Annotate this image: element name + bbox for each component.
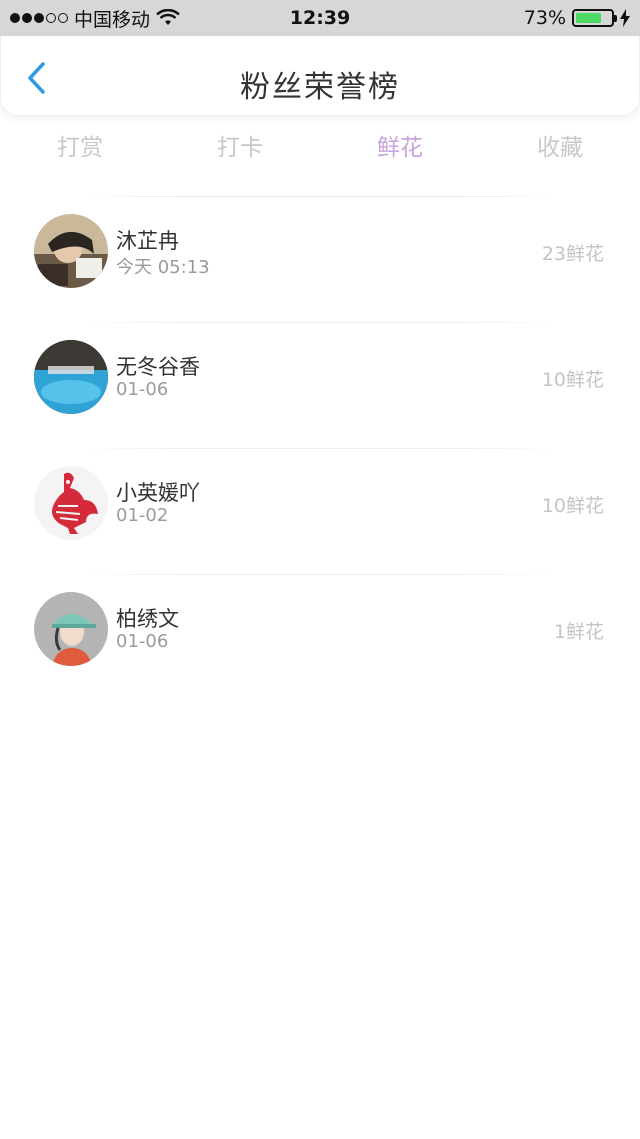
fan-time: 01-06 — [116, 379, 169, 400]
fan-time: 01-02 — [116, 505, 169, 526]
fan-time: 01-06 — [116, 631, 169, 652]
battery-percent: 73% — [523, 7, 566, 29]
page-title: 粉丝荣誉榜 — [240, 70, 400, 105]
tab-bar: 打赏 打卡 鲜花 收藏 — [0, 124, 640, 172]
navigation-bar: 粉丝荣誉榜 — [0, 36, 640, 116]
battery-icon — [572, 9, 617, 27]
flower-count: 1鲜花 — [553, 621, 604, 643]
list-item[interactable]: 小英媛吖 01-02 10鲜花 — [0, 449, 640, 575]
avatar[interactable] — [34, 340, 108, 414]
fan-name: 小英媛吖 — [116, 481, 200, 505]
tab-reward[interactable]: 打赏 — [0, 124, 160, 172]
wifi-icon — [156, 9, 180, 25]
carrier-label: 中国移动 — [74, 8, 151, 31]
battery-level-fill — [576, 13, 601, 23]
fan-time: 今天 05:13 — [116, 257, 210, 278]
status-bar: 中国移动 12:39 73% — [0, 0, 640, 36]
status-right: 73% — [524, 7, 630, 29]
fan-name: 柏绣文 — [116, 607, 179, 631]
flower-count: 10鲜花 — [541, 369, 604, 391]
status-left: 中国移动 — [10, 5, 180, 32]
list-item[interactable]: 无冬谷香 01-06 10鲜花 — [0, 323, 640, 449]
avatar[interactable] — [34, 466, 108, 540]
flower-count: 10鲜花 — [541, 495, 604, 517]
list-item[interactable]: 沐芷冉 今天 05:13 23鲜花 — [0, 197, 640, 323]
tab-flowers[interactable]: 鲜花 — [320, 124, 480, 172]
avatar[interactable] — [34, 592, 108, 666]
fan-name: 沐芷冉 — [116, 229, 179, 253]
flower-count: 23鲜花 — [541, 243, 604, 265]
fan-list: 沐芷冉 今天 05:13 23鲜花 无冬谷香 01-06 10鲜花 小英媛吖 0… — [0, 197, 640, 701]
tab-checkin[interactable]: 打卡 — [160, 124, 320, 172]
signal-strength-icon — [10, 13, 68, 23]
list-item[interactable]: 柏绣文 01-06 1鲜花 — [0, 575, 640, 701]
tab-favorites[interactable]: 收藏 — [480, 124, 640, 172]
fan-name: 无冬谷香 — [116, 355, 200, 379]
avatar[interactable] — [34, 214, 108, 288]
charging-bolt-icon — [620, 9, 630, 27]
